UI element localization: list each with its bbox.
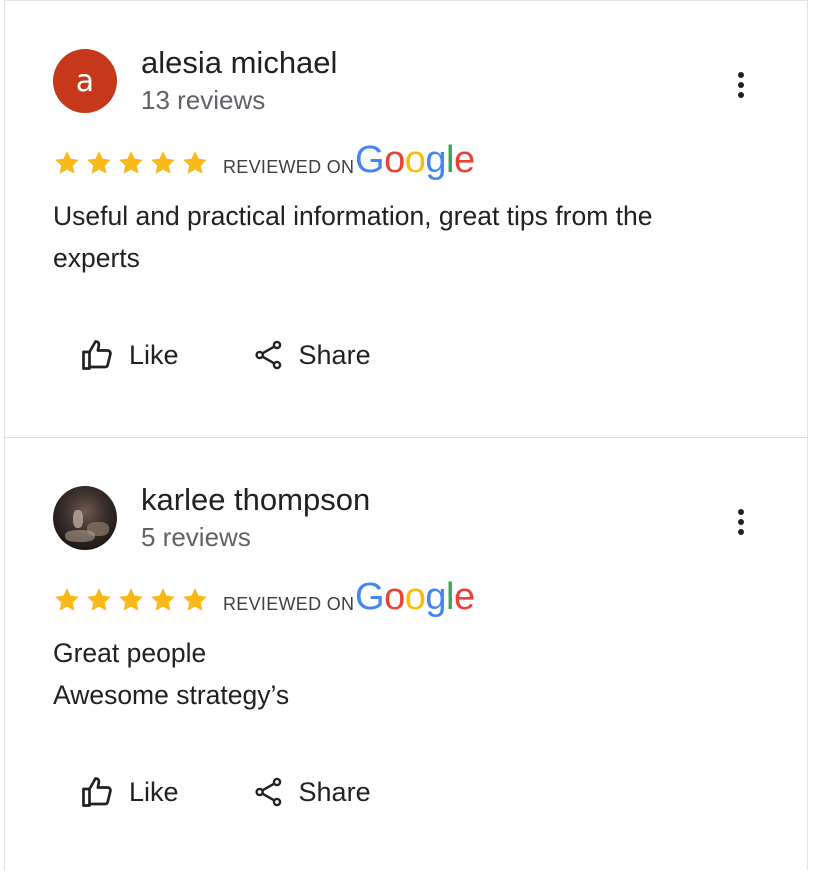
star-icon [119,151,143,174]
avatar[interactable] [53,486,117,550]
star-icon [183,151,207,174]
star-icon [151,151,175,174]
review-actions: Like Share [79,337,371,373]
like-button[interactable]: Like [79,774,179,810]
reviews-panel: a alesia michael 13 reviews REVIEWED ON … [4,0,808,870]
reviewer-name[interactable]: alesia michael [141,45,337,81]
star-icon [87,588,111,611]
review-text-line: Useful and practical information, great … [53,201,653,231]
review-text-line: experts [53,243,140,273]
review-text-line: Great people [53,638,207,668]
review-card: karlee thompson 5 reviews REVIEWED ON Go… [5,437,807,874]
star-rating [53,149,209,177]
star-icon [55,588,79,611]
review-text: Useful and practical information, great … [53,195,753,279]
more-options-button[interactable] [727,67,755,103]
thumbs-up-icon [82,777,112,807]
star-icon [183,588,207,611]
star-icon [119,588,143,611]
review-count: 13 reviews [141,85,266,115]
google-logo: Google [355,139,475,181]
reviewed-on-label: REVIEWED ON [223,157,355,177]
review-card: a alesia michael 13 reviews REVIEWED ON … [5,1,807,437]
share-icon [254,777,281,807]
avatar-letter: a [75,63,95,99]
share-button[interactable]: Share [253,776,371,808]
more-vert-icon-dot [738,519,744,525]
review-actions: Like Share [79,774,371,810]
star-icon [55,151,79,174]
review-text: Great people Awesome strategy’s [53,632,753,716]
like-label: Like [129,776,179,807]
reviewed-on-label: REVIEWED ON [223,594,355,614]
review-text-line: Awesome strategy’s [53,680,290,710]
more-vert-icon [738,509,744,515]
thumbs-up-icon [82,340,112,370]
share-label: Share [298,339,371,370]
like-label: Like [129,339,179,370]
more-options-button[interactable] [727,504,755,540]
google-logo: Google [355,576,475,618]
more-vert-icon [738,72,744,78]
avatar[interactable]: a [53,49,117,113]
review-count: 5 reviews [141,522,251,552]
share-button[interactable]: Share [253,339,371,371]
star-rating [53,586,209,614]
star-icon [87,151,111,174]
reviewer-name[interactable]: karlee thompson [141,482,370,518]
more-vert-icon-dot [738,529,744,535]
share-icon [254,340,281,370]
avatar-photo-detail [73,510,83,528]
more-vert-icon-dot [738,92,744,98]
avatar-photo-detail [65,530,95,542]
share-label: Share [298,776,371,807]
like-button[interactable]: Like [79,337,179,373]
more-vert-icon-dot [738,82,744,88]
star-icon [151,588,175,611]
